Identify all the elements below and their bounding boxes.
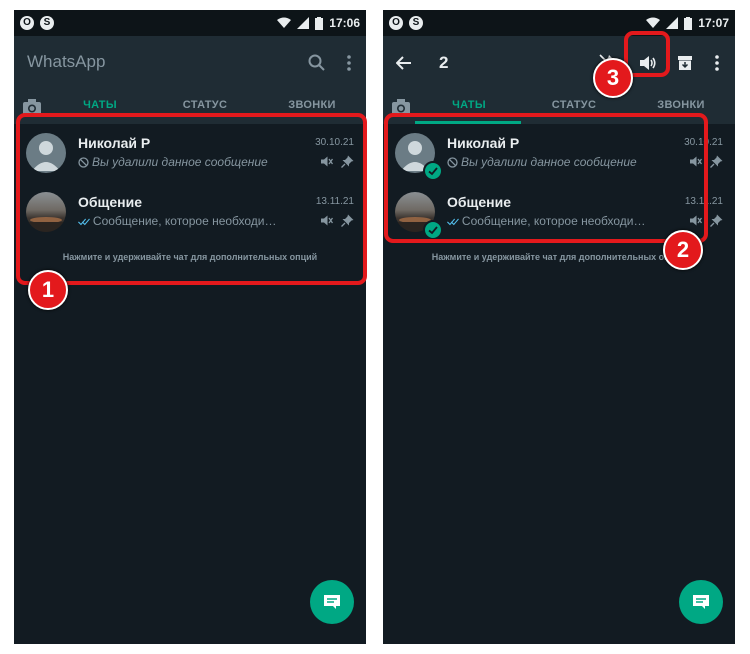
battery-icon (315, 16, 324, 30)
status-time: 17:06 (329, 16, 360, 30)
step-1-badge: 1 (28, 270, 68, 310)
message-icon (324, 595, 340, 609)
battery-icon (684, 16, 693, 30)
step-2-badge: 2 (663, 230, 703, 270)
opera-icon: O (20, 16, 34, 30)
opera-icon: O (389, 16, 403, 30)
shazam-icon: S (40, 16, 54, 30)
status-bar: O S 17:07 (383, 10, 735, 36)
search-icon[interactable] (306, 52, 328, 74)
new-chat-button[interactable] (310, 580, 354, 624)
highlight-box-selected-chats (384, 113, 708, 243)
right-phone-screen: O S 17:07 2 ЧАТЫ СТАТУС ЗВОНКИ Николай Р… (383, 10, 735, 644)
status-time: 17:07 (698, 16, 729, 30)
status-bar: O S 17:06 (14, 10, 366, 36)
app-title: WhatsApp (27, 52, 106, 71)
shazam-icon: S (409, 16, 423, 30)
archive-icon[interactable] (674, 52, 696, 74)
wifi-icon (646, 17, 661, 28)
pin-icon (710, 214, 723, 227)
more-options-icon[interactable] (706, 52, 728, 74)
back-arrow-icon[interactable] (393, 52, 415, 74)
more-options-icon[interactable] (338, 52, 360, 74)
left-phone-screen: O S 17:06 WhatsApp ЧАТЫ СТАТУС ЗВОНКИ Ни… (14, 10, 366, 644)
highlight-box-chat-list (16, 113, 367, 285)
pin-icon (710, 155, 723, 168)
app-bar: WhatsApp (14, 36, 366, 90)
wifi-icon (277, 17, 292, 28)
signal-icon (666, 17, 679, 29)
signal-icon (297, 17, 310, 29)
selected-count: 2 (439, 53, 449, 72)
message-icon (693, 595, 709, 609)
new-chat-button[interactable] (679, 580, 723, 624)
step-3-badge: 3 (593, 58, 633, 98)
selection-app-bar: 2 (383, 36, 735, 90)
